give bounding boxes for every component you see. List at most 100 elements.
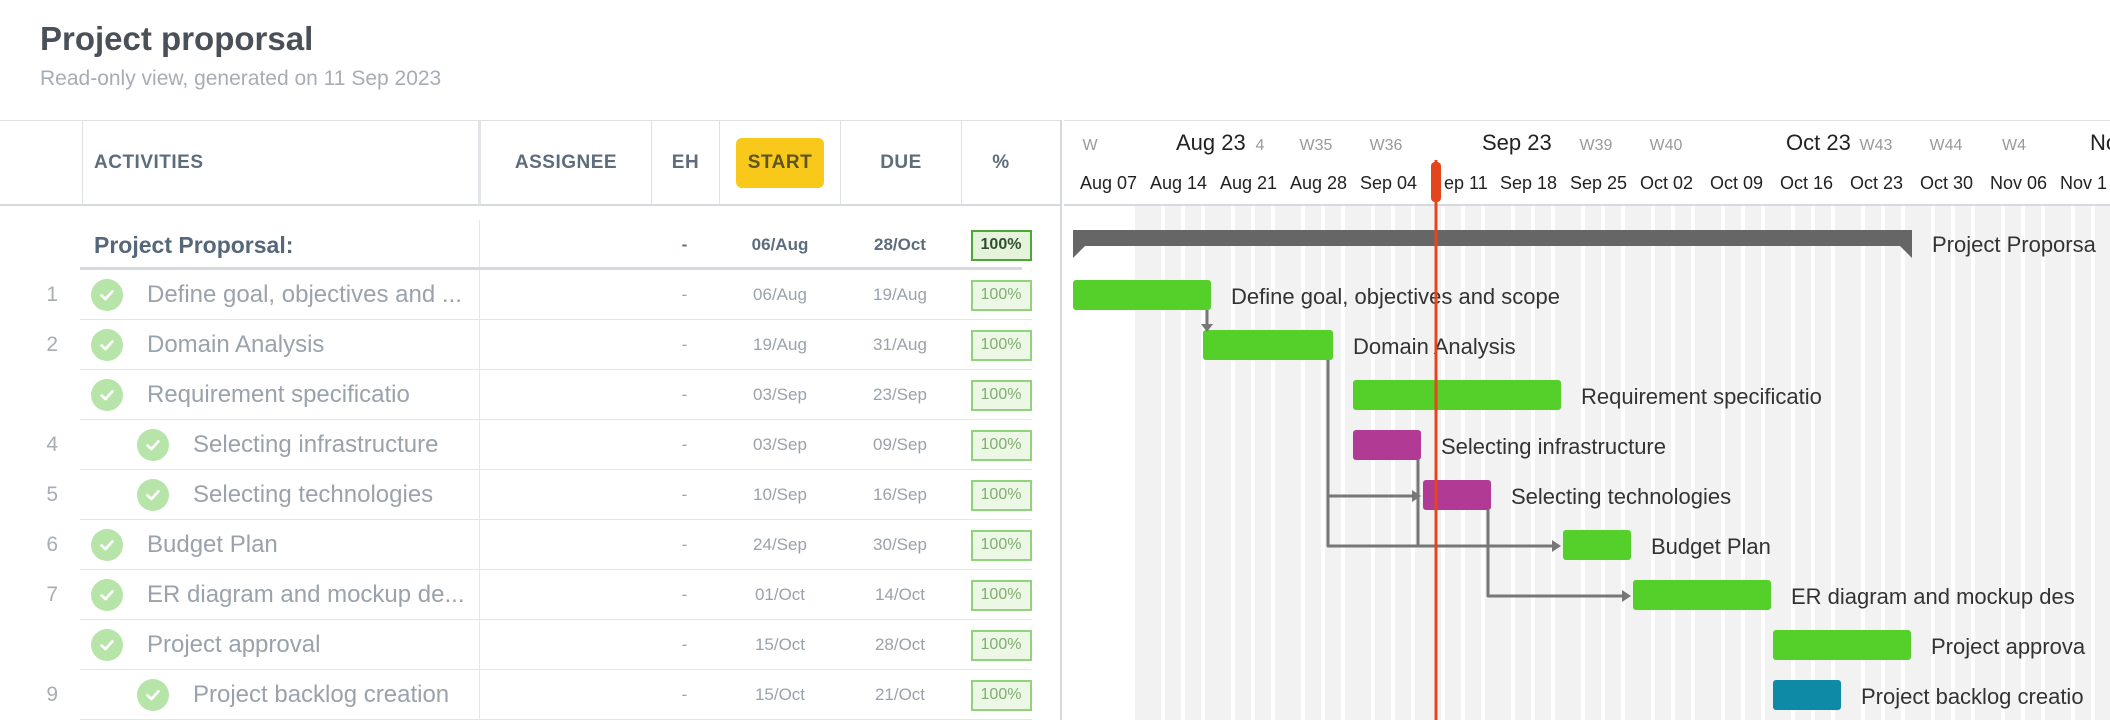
task-name[interactable]: Domain Analysis	[147, 331, 324, 359]
day-stripe	[1585, 206, 1601, 720]
start-sort-button[interactable]: START	[735, 138, 825, 188]
task-eh: -	[681, 385, 688, 404]
gantt-canvas[interactable]: Aug 23Sep 23Oct 23Nov 2W4W35W36W39W40W43…	[1064, 120, 2110, 720]
task-row[interactable]: 1 Define goal, objectives and ... - 06/Aug 1…	[0, 270, 1060, 320]
task-row[interactable]: 2 Domain Analysis - 19/Aug 31/Aug 100%	[0, 320, 1060, 370]
task-bar[interactable]	[1353, 430, 1421, 460]
task-eh: -	[681, 685, 688, 704]
task-eh: -	[681, 285, 688, 304]
day-stripe	[1565, 206, 1581, 720]
task-row[interactable]: 9 Project backlog creation - 15/Oct 21/Oct 10…	[0, 670, 1060, 720]
task-due: 09/Sep	[873, 435, 927, 454]
task-row[interactable]: 6 Budget Plan - 24/Sep 30/Sep 100%	[0, 520, 1060, 570]
check-icon[interactable]	[137, 429, 169, 461]
task-row[interactable]: Project approval - 15/Oct 28/Oct 100%	[0, 620, 1060, 670]
day-stripe	[1915, 206, 1931, 720]
page-title: Project proporsal	[40, 20, 314, 57]
week-date-label: Oct 02	[1640, 173, 1693, 193]
week-date-label: Oct 23	[1850, 173, 1903, 193]
day-stripe	[1745, 206, 1761, 720]
month-label: Aug 23	[1176, 130, 1246, 155]
task-row[interactable]: 7 ER diagram and mockup de... - 01/Oct 14/Oc…	[0, 570, 1060, 620]
task-name[interactable]: Budget Plan	[147, 531, 278, 559]
task-name[interactable]: Selecting technologies	[193, 481, 433, 509]
task-percent: 100%	[970, 379, 1032, 411]
week-date-label: Nov 1	[2060, 173, 2107, 193]
grid-header: ACTIVITIES ASSIGNEE EH START DUE %	[0, 120, 1060, 206]
task-start: 15/Oct	[754, 635, 806, 654]
check-icon[interactable]	[137, 479, 169, 511]
week-number-label: W36	[1370, 137, 1403, 154]
week-date-label: Aug 21	[1220, 173, 1277, 193]
task-row[interactable]: Requirement specificatio - 03/Sep 23/Sep 100…	[0, 370, 1060, 420]
task-start: 10/Sep	[753, 485, 807, 504]
week-date-label: Aug 28	[1290, 173, 1347, 193]
task-eh: -	[681, 535, 688, 554]
task-name[interactable]: Define goal, objectives and ...	[147, 281, 462, 309]
week-date-label: Sep 18	[1500, 173, 1557, 193]
day-stripe	[1705, 206, 1721, 720]
task-percent: 100%	[970, 329, 1032, 361]
today-marker-handle[interactable]	[1431, 162, 1441, 202]
week-date-label: ep 11	[1444, 173, 1488, 193]
task-number: 6	[46, 533, 58, 556]
column-due[interactable]: DUE	[841, 121, 961, 205]
project-name: Project Proporsal:	[94, 231, 294, 258]
activity-grid: ACTIVITIES ASSIGNEE EH START DUE % Proje…	[0, 120, 1062, 720]
task-bar-label: Selecting infrastructure	[1441, 434, 1666, 459]
check-icon[interactable]	[91, 279, 123, 311]
column-assignee[interactable]: ASSIGNEE	[481, 121, 651, 205]
check-icon[interactable]	[91, 629, 123, 661]
task-bar[interactable]	[1773, 680, 1841, 710]
task-percent: 100%	[970, 279, 1032, 311]
task-row[interactable]: 5 Selecting technologies - 10/Sep 16/Sep 100%	[0, 470, 1060, 520]
check-icon[interactable]	[91, 579, 123, 611]
project-row[interactable]: Project Proporsal: - 06/Aug 28/Oct 100%	[0, 220, 1060, 270]
task-bar[interactable]	[1563, 530, 1631, 560]
column-activities[interactable]: ACTIVITIES	[82, 121, 478, 205]
task-due: 30/Sep	[873, 535, 927, 554]
week-number-label: W39	[1580, 137, 1613, 154]
task-due: 19/Aug	[873, 285, 927, 304]
week-date-label: Sep 25	[1570, 173, 1627, 193]
project-summary-label: Project Proporsa	[1932, 232, 2097, 257]
task-percent: 100%	[970, 679, 1032, 711]
task-bar[interactable]	[1073, 280, 1211, 310]
task-bar[interactable]	[1423, 480, 1491, 510]
task-bar[interactable]	[1353, 380, 1561, 410]
column-eh[interactable]: EH	[652, 121, 719, 205]
task-number: 2	[46, 333, 58, 356]
task-bar-label: Requirement specificatio	[1581, 384, 1822, 409]
task-name[interactable]: Project approval	[147, 631, 320, 659]
task-name[interactable]: ER diagram and mockup de...	[147, 581, 465, 609]
task-name[interactable]: Project backlog creation	[193, 681, 449, 709]
week-date-label: Oct 16	[1780, 173, 1833, 193]
gantt-chart[interactable]: Aug 23Sep 23Oct 23Nov 2W4W35W36W39W40W43…	[1064, 120, 2110, 720]
task-eh: -	[681, 635, 688, 654]
task-start: 06/Aug	[753, 285, 807, 304]
task-name[interactable]: Requirement specificatio	[147, 381, 410, 409]
week-number-label: W44	[1930, 137, 1963, 154]
month-label: Oct 23	[1786, 130, 1851, 155]
day-stripe	[2095, 206, 2110, 720]
task-bar[interactable]	[1633, 580, 1771, 610]
check-icon[interactable]	[91, 379, 123, 411]
check-icon[interactable]	[91, 329, 123, 361]
task-bar[interactable]	[1773, 630, 1911, 660]
task-bar[interactable]	[1203, 330, 1333, 360]
task-row[interactable]: 4 Selecting infrastructure - 03/Sep 09/Sep 10…	[0, 420, 1060, 470]
check-icon[interactable]	[91, 529, 123, 561]
day-stripe	[1675, 206, 1691, 720]
task-start: 03/Sep	[753, 385, 807, 404]
week-number-label: W4	[2002, 137, 2026, 154]
column-percent[interactable]: %	[962, 121, 1040, 205]
task-name[interactable]: Selecting infrastructure	[193, 431, 438, 459]
task-start: 24/Sep	[753, 535, 807, 554]
task-start: 01/Oct	[754, 585, 806, 604]
task-number: 4	[46, 433, 58, 456]
month-label: Nov 2	[2090, 130, 2110, 155]
column-start[interactable]: START	[720, 121, 840, 205]
task-due: 31/Aug	[873, 335, 927, 354]
check-icon[interactable]	[137, 679, 169, 711]
task-due: 21/Oct	[874, 685, 926, 704]
